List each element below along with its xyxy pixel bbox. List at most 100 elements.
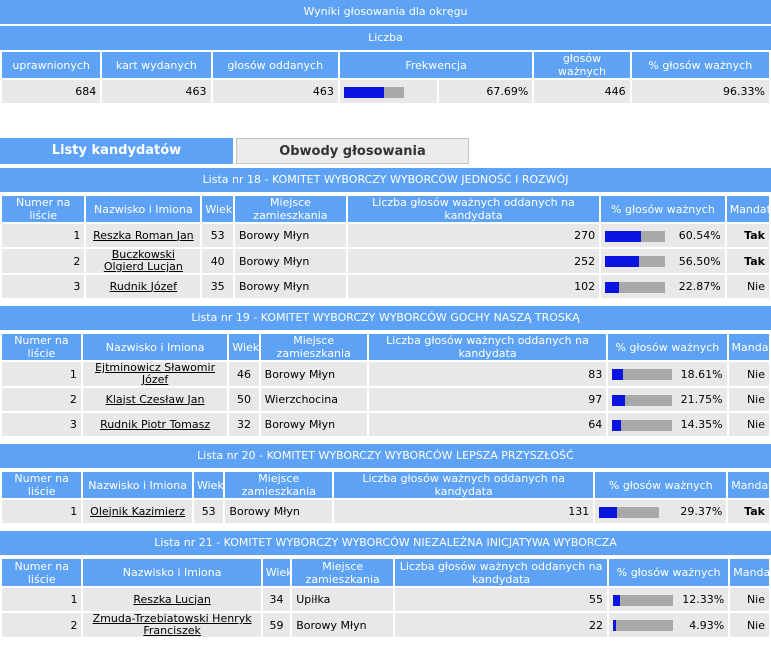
vote-share-bar	[612, 369, 673, 380]
col-nazwisko: Nazwisko i Imiona	[86, 196, 201, 222]
summary-group-header: Liczba	[0, 26, 771, 50]
candidate-votes: 55	[395, 588, 608, 611]
candidate-number: 3	[2, 413, 81, 436]
col-numer: Numer na liście	[2, 472, 82, 498]
candidate-mandat: Nie	[726, 275, 769, 298]
candidate-place: Borowy Młyn	[292, 613, 394, 637]
vote-share-bar-fill	[613, 594, 621, 606]
candidate-name-link[interactable]: Rudnik Piotr Tomasz	[100, 418, 210, 431]
vote-share-bar	[612, 394, 673, 406]
vote-share-bar-fill	[613, 620, 616, 631]
candidate-age: 53	[202, 224, 233, 247]
table-row: 2 Buczkowski Olgierd Lucjan 40 Borowy Młyn 2…	[2, 249, 769, 273]
vote-share-bar	[605, 230, 666, 242]
candidate-place: Borowy Młyn	[225, 500, 333, 523]
table-row: 3 Rudnik Józef 35 Borowy Młyn 102 22.87% Nie	[2, 275, 769, 298]
candidate-votes: 64	[368, 413, 607, 436]
table-row: 1 Reszka Roman Jan 53 Borowy Młyn 270 60.54% T…	[2, 224, 769, 247]
candidate-place: Borowy Młyn	[235, 275, 346, 298]
vote-share-bar-fill	[612, 419, 621, 431]
candidate-age: 53	[193, 500, 224, 523]
candidate-name-cell: Reszka Lucjan	[83, 588, 261, 611]
vote-share-bar-fill	[599, 506, 617, 518]
candidate-name-link[interactable]: Reszka Lucjan	[133, 593, 211, 606]
value-frekwencja: 67.69%	[439, 80, 533, 103]
candidate-percent-cell: 29.37%	[595, 500, 727, 523]
candidate-number: 1	[2, 500, 82, 523]
vote-share-bar	[613, 594, 674, 606]
candidate-name-link[interactable]: Reszka Roman Jan	[93, 229, 194, 242]
candidate-name-cell: Zmuda-Trzebiatowski Henryk Franciszek	[83, 612, 261, 637]
value-uprawnionych: 684	[2, 80, 101, 103]
candidate-mandat: Tak	[728, 500, 769, 523]
candidate-name-link[interactable]: Rudnik Józef	[110, 280, 177, 293]
candidate-list-section: Lista nr 18 - KOMITET WYBORCZY WYBORCÓW …	[0, 168, 771, 300]
candidate-name-link[interactable]: Buczkowski Olgierd Lucjan	[104, 248, 183, 273]
vote-share-bar-fill	[612, 369, 624, 380]
col-numer: Numer na liście	[2, 334, 81, 360]
candidate-percent-cell: 60.54%	[601, 224, 725, 247]
tab-obwody-glosowania[interactable]: Obwody głosowania	[236, 138, 469, 164]
col-miejsce: Miejsce zamieszkania	[260, 334, 367, 360]
candidate-name-link[interactable]: Ejtminowicz Sławomir Józef	[95, 361, 215, 386]
candidate-percent-cell: 22.87%	[601, 275, 725, 298]
col-glosow-oddanych: głosów oddanych	[212, 52, 338, 78]
col-kart-wydanych: kart wydanych	[102, 52, 211, 78]
summary-title: Wyniki głosowania dla okręgu	[0, 0, 771, 24]
table-row: 2 Zmuda-Trzebiatowski Henryk Franciszek 59…	[2, 613, 769, 637]
candidate-place: Upiłka	[292, 588, 394, 611]
col-nazwisko: Nazwisko i Imiona	[83, 559, 261, 586]
candidate-number: 1	[2, 224, 85, 247]
vote-share-bar	[605, 256, 666, 267]
vote-share-bar	[613, 620, 674, 631]
candidate-place: Borowy Młyn	[235, 249, 346, 273]
candidate-mandat: Nie	[728, 413, 769, 436]
value-glosow-waznych: 446	[534, 80, 630, 103]
candidate-list-section: Lista nr 21 - KOMITET WYBORCZY WYBORCÓW …	[0, 531, 771, 639]
table-row: 3 Rudnik Piotr Tomasz 32 Borowy Młyn 64 14.35…	[2, 413, 769, 436]
value-glosow-oddanych: 463	[212, 80, 338, 103]
candidate-name-link[interactable]: Zmuda-Trzebiatowski Henryk Franciszek	[93, 612, 252, 637]
candidate-percent: 21.75%	[680, 393, 723, 406]
candidate-number: 2	[2, 613, 82, 637]
col-wiek: Wiek	[229, 334, 259, 360]
candidate-mandat: Tak	[726, 224, 769, 247]
col-frekwencja: Frekwencja	[339, 52, 533, 78]
candidate-votes: 97	[368, 388, 607, 411]
candidate-mandat: Nie	[728, 388, 769, 411]
col-uprawnionych: uprawnionych	[2, 52, 101, 78]
candidate-number: 1	[2, 588, 82, 611]
vote-share-bar-fill	[605, 256, 640, 267]
candidate-name-cell: Klajst Czesław Jan	[82, 388, 228, 411]
col-procent: % głosów ważnych	[608, 334, 727, 360]
candidate-age: 59	[262, 613, 291, 637]
candidate-name-cell: Rudnik Piotr Tomasz	[82, 413, 228, 436]
candidate-place: Borowy Młyn	[260, 362, 367, 386]
table-row: 1 Ejtminowicz Sławomir Józef 46 Borowy Młyn…	[2, 362, 769, 386]
candidate-votes: 252	[347, 249, 600, 273]
table-row: 1 Olejnik Kazimierz 53 Borowy Młyn 131 29.37%…	[2, 500, 769, 523]
candidate-name-cell: Ejtminowicz Sławomir Józef	[82, 361, 228, 386]
col-mandat: Mandat	[726, 196, 771, 222]
candidate-table: Numer na liście Nazwisko i Imiona Wiek Miej…	[0, 332, 771, 438]
col-numer: Numer na liście	[2, 559, 82, 586]
candidate-percent-cell: 18.61%	[608, 362, 727, 386]
list-title: Lista nr 19 - KOMITET WYBORCZY WYBORCÓW …	[0, 306, 771, 330]
candidate-mandat: Nie	[730, 613, 769, 637]
tab-listy-kandydatow[interactable]: Listy kandydatów	[0, 138, 233, 164]
summary-table: uprawnionych kart wydanych głosów oddany…	[0, 50, 771, 105]
candidate-votes: 83	[368, 362, 607, 386]
table-row: 1 Reszka Lucjan 34 Upiłka 55 12.33% Nie	[2, 588, 769, 611]
col-nazwisko: Nazwisko i Imiona	[82, 334, 228, 360]
candidate-votes: 131	[334, 500, 594, 523]
candidate-name-link[interactable]: Klajst Czesław Jan	[106, 393, 205, 406]
list-title: Lista nr 21 - KOMITET WYBORCZY WYBORCÓW …	[0, 531, 771, 555]
candidate-name-link[interactable]: Olejnik Kazimierz	[90, 505, 185, 518]
value-kart-wydanych: 463	[102, 80, 211, 103]
tab-bar: Listy kandydatów Obwody głosowania	[0, 138, 771, 164]
candidate-age: 46	[229, 362, 259, 386]
candidate-percent: 22.87%	[678, 280, 721, 293]
col-miejsce: Miejsce zamieszkania	[235, 196, 346, 222]
candidate-age: 34	[262, 588, 291, 611]
col-procent: % głosów ważnych	[601, 196, 725, 222]
